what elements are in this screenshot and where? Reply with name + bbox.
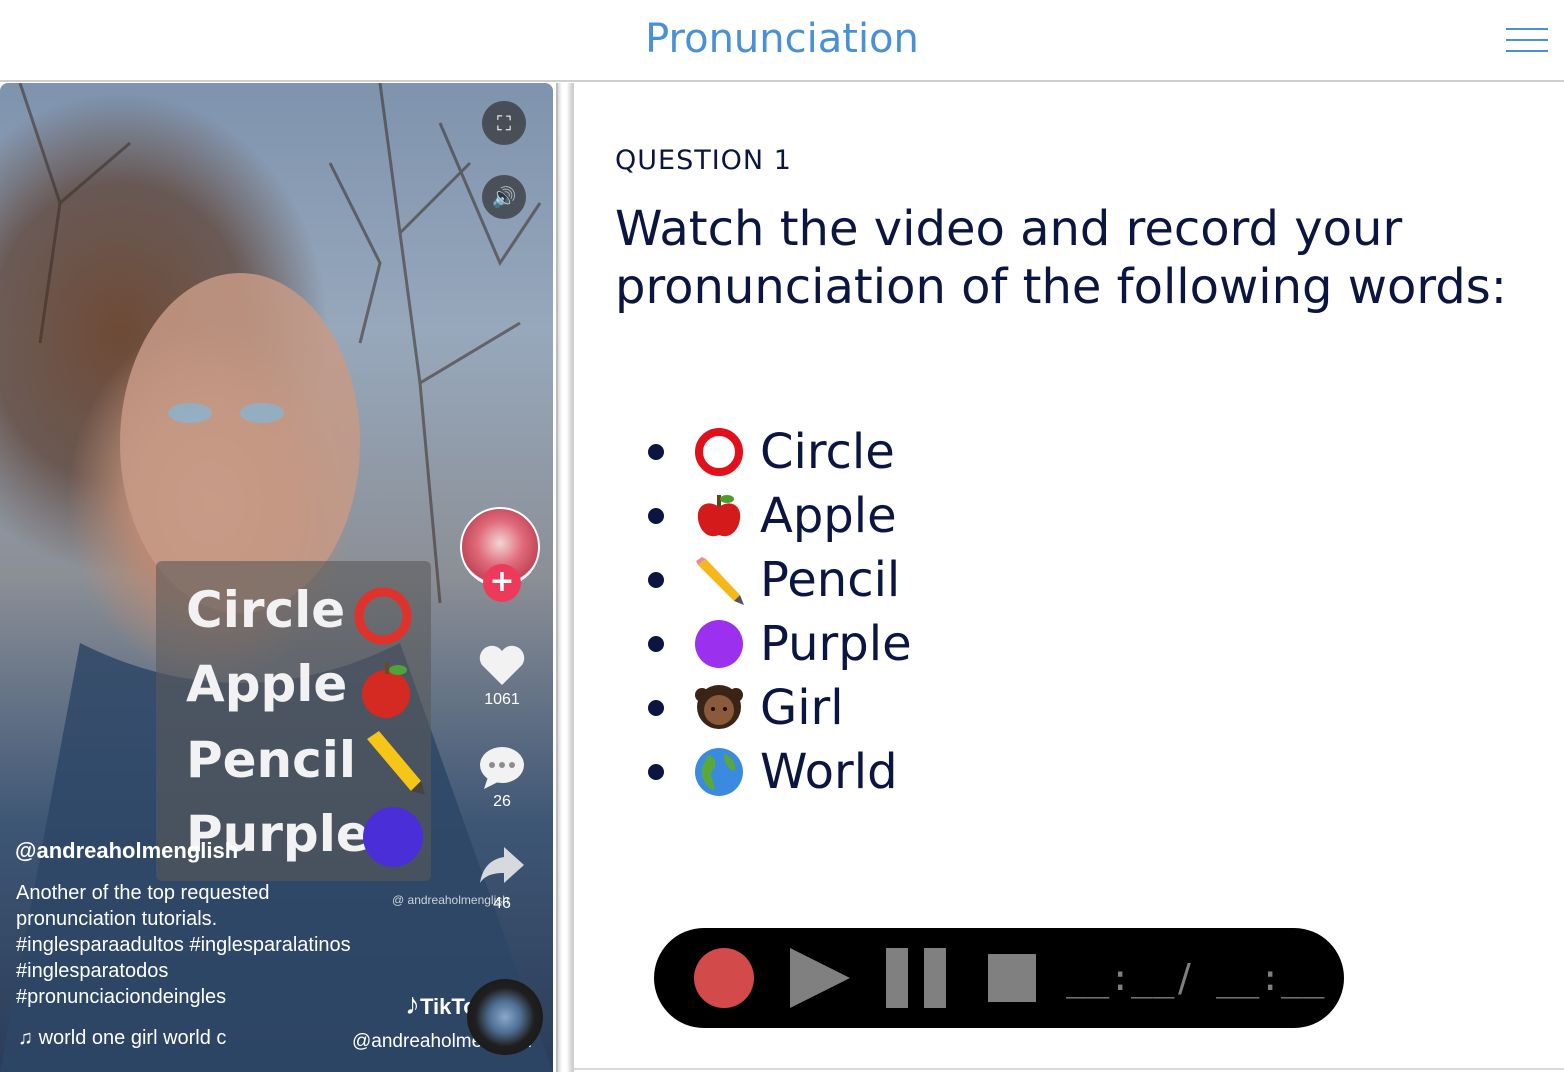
list-item: Girl (648, 676, 912, 740)
bottom-divider (574, 1068, 1564, 1070)
music-ticker[interactable]: ♫ world one girl world c (18, 1027, 278, 1050)
card-word-pencil: Pencil (186, 731, 357, 789)
caption-line: pronunciation tutorials. (16, 908, 218, 930)
bullet-icon (648, 444, 664, 460)
current-time: __:__ (1066, 958, 1175, 999)
music-note-icon: ♫ (18, 1027, 39, 1049)
bullet-icon (648, 508, 664, 524)
apple-icon (697, 495, 741, 537)
card-apple-icon (362, 662, 410, 718)
word-circle: Circle (760, 424, 895, 480)
panel-divider[interactable] (556, 83, 572, 1072)
video-word-card: Circle Apple Pencil Purple (156, 561, 431, 881)
page-title: Pronunciation (645, 16, 919, 62)
audio-recorder: __:__ / __:__ (654, 928, 1344, 1028)
hamburger-menu-icon[interactable] (1506, 28, 1548, 54)
comments-count: 26 (493, 793, 511, 810)
share-arrow-icon[interactable] (478, 845, 526, 885)
caption-hashtags[interactable]: #inglesparaadultos #inglesparalatinos (16, 932, 396, 958)
word-apple: Apple (760, 488, 897, 544)
list-item: Apple (648, 484, 912, 548)
fullscreen-icon[interactable]: ⛶ (482, 101, 526, 145)
caption-line: Another of the top requested (16, 882, 270, 904)
pause-button[interactable] (886, 948, 946, 1008)
list-item: Circle (648, 420, 912, 484)
pencil-icon (696, 557, 744, 605)
volume-icon[interactable]: 🔊 (482, 175, 526, 219)
likes-count: 1061 (484, 691, 520, 708)
list-item: Pencil (648, 548, 912, 612)
bullet-icon (648, 572, 664, 588)
word-list: Circle Apple Pencil Purple Girl World (648, 420, 912, 804)
time-separator: / (1178, 956, 1191, 1000)
girl-icon (695, 685, 743, 729)
card-purple-circle-icon (363, 807, 423, 867)
card-pencil-icon (367, 731, 425, 795)
like-heart-icon[interactable] (478, 643, 526, 687)
question-prompt: Watch the video and record your pronunci… (615, 201, 1507, 315)
globe-icon (695, 748, 743, 796)
play-button[interactable] (790, 948, 850, 1008)
word-pencil: Pencil (760, 552, 901, 608)
comment-icon[interactable] (478, 745, 526, 789)
caption-hashtags[interactable]: #pronunciaciondeingles (16, 984, 396, 1010)
panel-border (572, 83, 574, 1072)
video-caption: Another of the top requested pronunciati… (16, 880, 396, 1010)
list-item: World (648, 740, 912, 804)
tiktok-watermark-handle: @ andreaholmenglish (392, 893, 509, 907)
red-circle-icon (695, 428, 743, 476)
word-girl: Girl (760, 680, 844, 736)
purple-circle-icon (695, 620, 743, 668)
word-purple: Purple (760, 616, 912, 672)
tiktok-video-player[interactable]: ⛶ 🔊 Circle Apple Pencil Purple + 1061 26… (0, 83, 553, 1072)
music-disc-icon[interactable] (467, 979, 543, 1055)
total-time: __:__ (1216, 958, 1325, 999)
bullet-icon (648, 700, 664, 716)
list-item: Purple (648, 612, 912, 676)
bullet-icon (648, 636, 664, 652)
music-title: world one girl world c (38, 1027, 227, 1049)
card-word-circle: Circle (186, 581, 346, 639)
video-username[interactable]: @andreaholmenglish (15, 838, 238, 864)
stop-button[interactable] (988, 954, 1036, 1002)
caption-hashtags[interactable]: #inglesparatodos (16, 958, 396, 984)
card-circle-icon (354, 587, 412, 645)
question-number: QUESTION 1 (615, 145, 792, 176)
word-world: World (760, 744, 898, 800)
follow-plus-icon[interactable]: + (483, 564, 521, 602)
card-word-apple: Apple (186, 655, 348, 713)
header: Pronunciation (0, 0, 1564, 82)
record-button[interactable] (694, 948, 754, 1008)
bullet-icon (648, 764, 664, 780)
